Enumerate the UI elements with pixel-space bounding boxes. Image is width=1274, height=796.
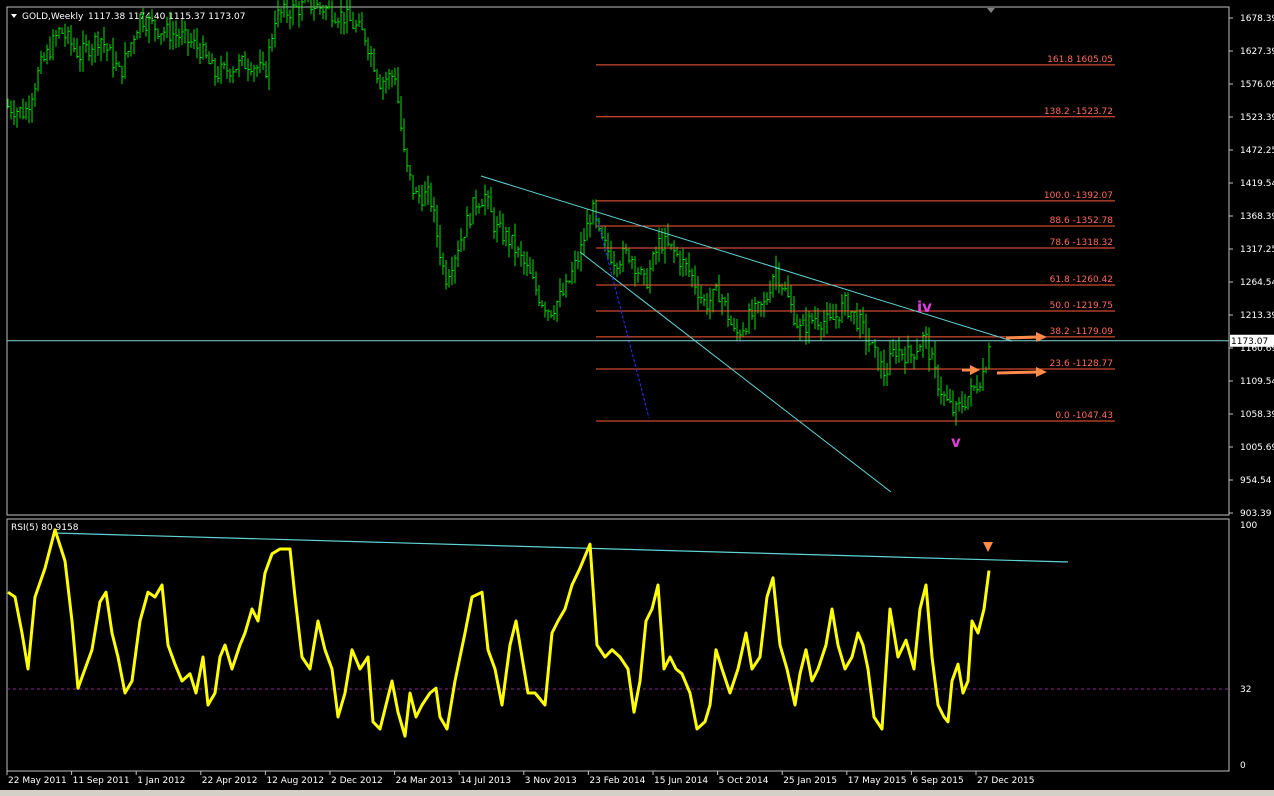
- fib-label: 0.0 -1047.43: [1055, 411, 1113, 421]
- time-tick-label: 1 Jan 2012: [137, 776, 185, 786]
- time-tick-label: 27 Dec 2015: [977, 776, 1035, 786]
- fib-label: 38.2 -1179.09: [1050, 327, 1114, 337]
- time-tick-label: 14 Jul 2013: [460, 776, 511, 786]
- price-tick-label: 1317.25: [1240, 245, 1274, 255]
- price-tick-label: 1213.39: [1240, 311, 1274, 321]
- fib-label: 88.6 -1352.78: [1050, 216, 1114, 226]
- wave-label-v: v: [951, 433, 961, 451]
- fib-label: 100.0 -1392.07: [1044, 191, 1113, 201]
- rsi-tick-0: 0: [1240, 761, 1246, 771]
- fib-label: 138.2 -1523.72: [1044, 107, 1113, 117]
- price-tick-label: 954.54: [1240, 476, 1272, 486]
- wave-label-iv: iv: [917, 298, 932, 316]
- price-tick-label: 1472.25: [1240, 146, 1274, 156]
- price-tick-label: 1627.39: [1240, 47, 1274, 57]
- price-tick-label: 1523.39: [1240, 113, 1274, 123]
- price-tick-label: 1264.54: [1240, 278, 1274, 288]
- rsi-panel[interactable]: [6, 518, 1230, 772]
- price-tick-label: 1419.54: [1240, 179, 1274, 189]
- time-tick-label: 12 Aug 2012: [266, 776, 324, 786]
- price-tick-label: 1005.69: [1240, 443, 1274, 453]
- price-tick-label: 1368.39: [1240, 212, 1274, 222]
- price-tick-label: 1058.39: [1240, 410, 1274, 420]
- rsi-tick-100: 100: [1240, 521, 1257, 531]
- chart-window[interactable]: GOLD,Weekly 1117.38 1174.40 1115.37 1173…: [0, 0, 1274, 796]
- price-panel[interactable]: [6, 6, 1230, 516]
- price-axis: 1678.39 1627.39 1576.09 1523.39 1472.25 1419.…: [1229, 14, 1274, 519]
- time-tick-label: 3 Nov 2013: [525, 776, 577, 786]
- scrollbar[interactable]: [0, 790, 1274, 796]
- time-tick-label: 23 Feb 2014: [589, 776, 645, 786]
- time-tick-label: 22 May 2011: [8, 776, 67, 786]
- time-tick-label: 17 May 2015: [848, 776, 907, 786]
- fib-label: 23.6 -1128.77: [1050, 359, 1113, 369]
- price-tick-label: 1678.39: [1240, 14, 1274, 24]
- time-axis: 22 May 2011 11 Sep 2011 1 Jan 2012 22 Apr 2…: [6, 771, 1035, 786]
- time-tick-label: 5 Oct 2014: [719, 776, 769, 786]
- current-price-label: 1173.07: [1231, 337, 1268, 347]
- fib-label: 161.8 1605.05: [1047, 55, 1113, 65]
- time-tick-label: 25 Jan 2015: [783, 776, 837, 786]
- price-tick-label: 1109.54: [1240, 377, 1274, 387]
- time-tick-label: 15 Jun 2014: [654, 776, 708, 786]
- time-tick-label: 22 Apr 2012: [202, 776, 258, 786]
- time-tick-label: 6 Sep 2015: [912, 776, 963, 786]
- price-tick-label: 1576.09: [1240, 80, 1274, 90]
- time-tick-label: 2 Dec 2012: [331, 776, 383, 786]
- rsi-tick-32: 32: [1240, 685, 1251, 695]
- fib-label: 78.6 -1318.32: [1050, 238, 1113, 248]
- time-tick-label: 24 Mar 2013: [396, 776, 453, 786]
- rsi-label: RSI(5) 80.9158: [11, 523, 79, 533]
- symbol-label: GOLD,Weekly: [22, 12, 84, 22]
- time-tick-label: 11 Sep 2011: [73, 776, 130, 786]
- fib-label: 50.0 -1219.75: [1050, 301, 1113, 311]
- fib-label: 61.8 -1260.42: [1050, 275, 1113, 285]
- price-tick-label: 903.39: [1240, 509, 1272, 519]
